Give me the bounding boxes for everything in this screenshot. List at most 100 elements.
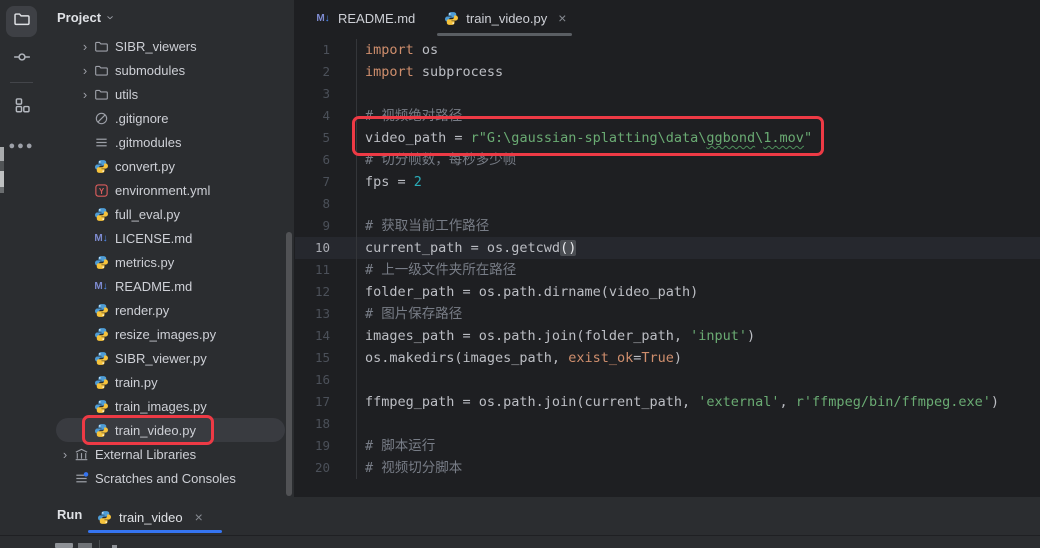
project-header-dropdown[interactable]: Project ›	[43, 0, 294, 34]
tree-item-full-eval-py[interactable]: full_eval.py	[43, 202, 294, 226]
python-icon	[92, 158, 110, 174]
more-tool-windows-icon[interactable]: ●●●	[0, 140, 43, 152]
code-line-3[interactable]: 3	[295, 83, 1040, 105]
background-window-sliver	[0, 147, 4, 161]
code-line-text: # 脚本运行	[357, 435, 435, 457]
chevron-right-icon[interactable]: ›	[78, 39, 92, 54]
activity-divider	[10, 82, 33, 83]
tree-item-sibr-viewers[interactable]: ›SIBR_viewers	[43, 34, 294, 58]
tree-item-sibr-viewer-py[interactable]: SIBR_viewer.py	[43, 346, 294, 370]
project-tree: ›SIBR_viewers›submodules›utils.gitignore…	[43, 34, 294, 490]
code-line-7[interactable]: 7fps = 2	[295, 171, 1040, 193]
tree-item-metrics-py[interactable]: metrics.py	[43, 250, 294, 274]
code-line-9[interactable]: 9# 获取当前工作路径	[295, 215, 1040, 237]
tab-readme-md[interactable]: M↓ README.md	[301, 0, 429, 36]
tree-item-external-libraries[interactable]: ›External Libraries	[43, 442, 294, 466]
modules-icon	[92, 134, 110, 150]
folder-icon	[92, 38, 110, 54]
chevron-right-icon[interactable]: ›	[58, 447, 72, 462]
line-number: 4	[295, 105, 357, 127]
tree-item-render-py[interactable]: render.py	[43, 298, 294, 322]
markdown-icon: M↓	[92, 230, 110, 246]
code-line-text: video_path = r"G:\gaussian-splatting\dat…	[357, 127, 812, 149]
project-tree-scrollbar[interactable]	[286, 232, 292, 496]
chevron-right-icon[interactable]: ›	[78, 63, 92, 78]
code-line-text: ffmpeg_path = os.path.join(current_path,…	[357, 391, 999, 413]
python-icon	[92, 326, 110, 342]
line-number: 6	[295, 149, 357, 171]
code-line-text: import subprocess	[357, 61, 503, 83]
tree-item-convert-py[interactable]: convert.py	[43, 154, 294, 178]
python-icon	[96, 509, 112, 525]
chevron-right-icon[interactable]: ›	[78, 87, 92, 102]
tree-item-train-images-py[interactable]: train_images.py	[43, 394, 294, 418]
tree-item-scratches-and-consoles[interactable]: Scratches and Consoles	[43, 466, 294, 490]
line-number: 1	[295, 39, 357, 61]
code-line-11[interactable]: 11# 上一级文件夹所在路径	[295, 259, 1040, 281]
line-number: 2	[295, 61, 357, 83]
line-number: 16	[295, 369, 357, 391]
tree-item--gitignore[interactable]: .gitignore	[43, 106, 294, 130]
markdown-icon: M↓	[315, 10, 331, 26]
tree-item-environment-yml[interactable]: Yenvironment.yml	[43, 178, 294, 202]
ignore-icon	[92, 110, 110, 126]
code-line-14[interactable]: 14images_path = os.path.join(folder_path…	[295, 325, 1040, 347]
structure-tool-button[interactable]	[6, 92, 37, 123]
code-line-18[interactable]: 18	[295, 413, 1040, 435]
code-line-16[interactable]: 16	[295, 369, 1040, 391]
code-line-6[interactable]: 6# 切分帧数，每秒多少帧	[295, 149, 1040, 171]
tree-item-label: utils	[115, 87, 138, 102]
code-line-text: os.makedirs(images_path, exist_ok=True)	[357, 347, 682, 369]
code-line-2[interactable]: 2import subprocess	[295, 61, 1040, 83]
tree-item-label: submodules	[115, 63, 185, 78]
background-window-sliver	[0, 171, 4, 187]
code-line-17[interactable]: 17ffmpeg_path = os.path.join(current_pat…	[295, 391, 1040, 413]
code-line-20[interactable]: 20# 视频切分脚本	[295, 457, 1040, 479]
commit-tool-button[interactable]	[6, 44, 37, 75]
code-line-10[interactable]: 10current_path = os.getcwd()	[295, 237, 1040, 259]
tree-item-train-py[interactable]: train.py	[43, 370, 294, 394]
code-line-text: # 获取当前工作路径	[357, 215, 489, 237]
project-panel: Project › ›SIBR_viewers›submodules›utils…	[43, 0, 295, 497]
run-tab-train-video[interactable]: train_video ×	[96, 503, 203, 531]
code-line-1[interactable]: 1import os	[295, 39, 1040, 61]
tree-item-license-md[interactable]: M↓LICENSE.md	[43, 226, 294, 250]
tab-label: README.md	[338, 11, 415, 26]
code-line-text	[357, 83, 365, 105]
close-icon[interactable]: ×	[558, 10, 566, 26]
code-line-12[interactable]: 12folder_path = os.path.dirname(video_pa…	[295, 281, 1040, 303]
code-line-8[interactable]: 8	[295, 193, 1040, 215]
code-line-19[interactable]: 19# 脚本运行	[295, 435, 1040, 457]
code-line-text: # 图片保存路径	[357, 303, 462, 325]
code-line-text: # 上一级文件夹所在路径	[357, 259, 516, 281]
close-icon[interactable]: ×	[195, 509, 203, 525]
folder-icon	[92, 86, 110, 102]
commit-icon	[13, 48, 31, 71]
code-editor[interactable]: 1import os2import subprocess34# 视频绝对路径5v…	[295, 36, 1040, 479]
tree-item-submodules[interactable]: › submodules	[43, 58, 294, 82]
code-line-15[interactable]: 15os.makedirs(images_path, exist_ok=True…	[295, 347, 1040, 369]
code-line-text: folder_path = os.path.dirname(video_path…	[357, 281, 698, 303]
line-number: 7	[295, 171, 357, 193]
library-icon	[72, 446, 90, 462]
tab-train-video-py[interactable]: train_video.py ×	[429, 0, 580, 36]
tree-item-label: train_video.py	[115, 423, 196, 438]
editor-area: M↓ README.md train_video.py × 1import os…	[295, 0, 1040, 497]
tree-item-label: convert.py	[115, 159, 175, 174]
scratch-icon	[72, 470, 90, 486]
line-number: 11	[295, 259, 357, 281]
line-number: 13	[295, 303, 357, 325]
folder-icon	[13, 10, 31, 33]
tree-item-readme-md[interactable]: M↓README.md	[43, 274, 294, 298]
code-line-13[interactable]: 13# 图片保存路径	[295, 303, 1040, 325]
code-line-4[interactable]: 4# 视频绝对路径	[295, 105, 1040, 127]
tree-item-utils[interactable]: › utils	[43, 82, 294, 106]
tree-item-train-video-py[interactable]: train_video.py	[43, 418, 294, 442]
tree-item-label: .gitignore	[115, 111, 168, 126]
tree-item--gitmodules[interactable]: .gitmodules	[43, 130, 294, 154]
tree-item-resize-images-py[interactable]: resize_images.py	[43, 322, 294, 346]
code-line-5[interactable]: 5video_path = r"G:\gaussian-splatting\da…	[295, 127, 1040, 149]
clipped-console-toolbar	[99, 540, 100, 548]
line-number: 14	[295, 325, 357, 347]
project-tool-button[interactable]	[6, 6, 37, 37]
